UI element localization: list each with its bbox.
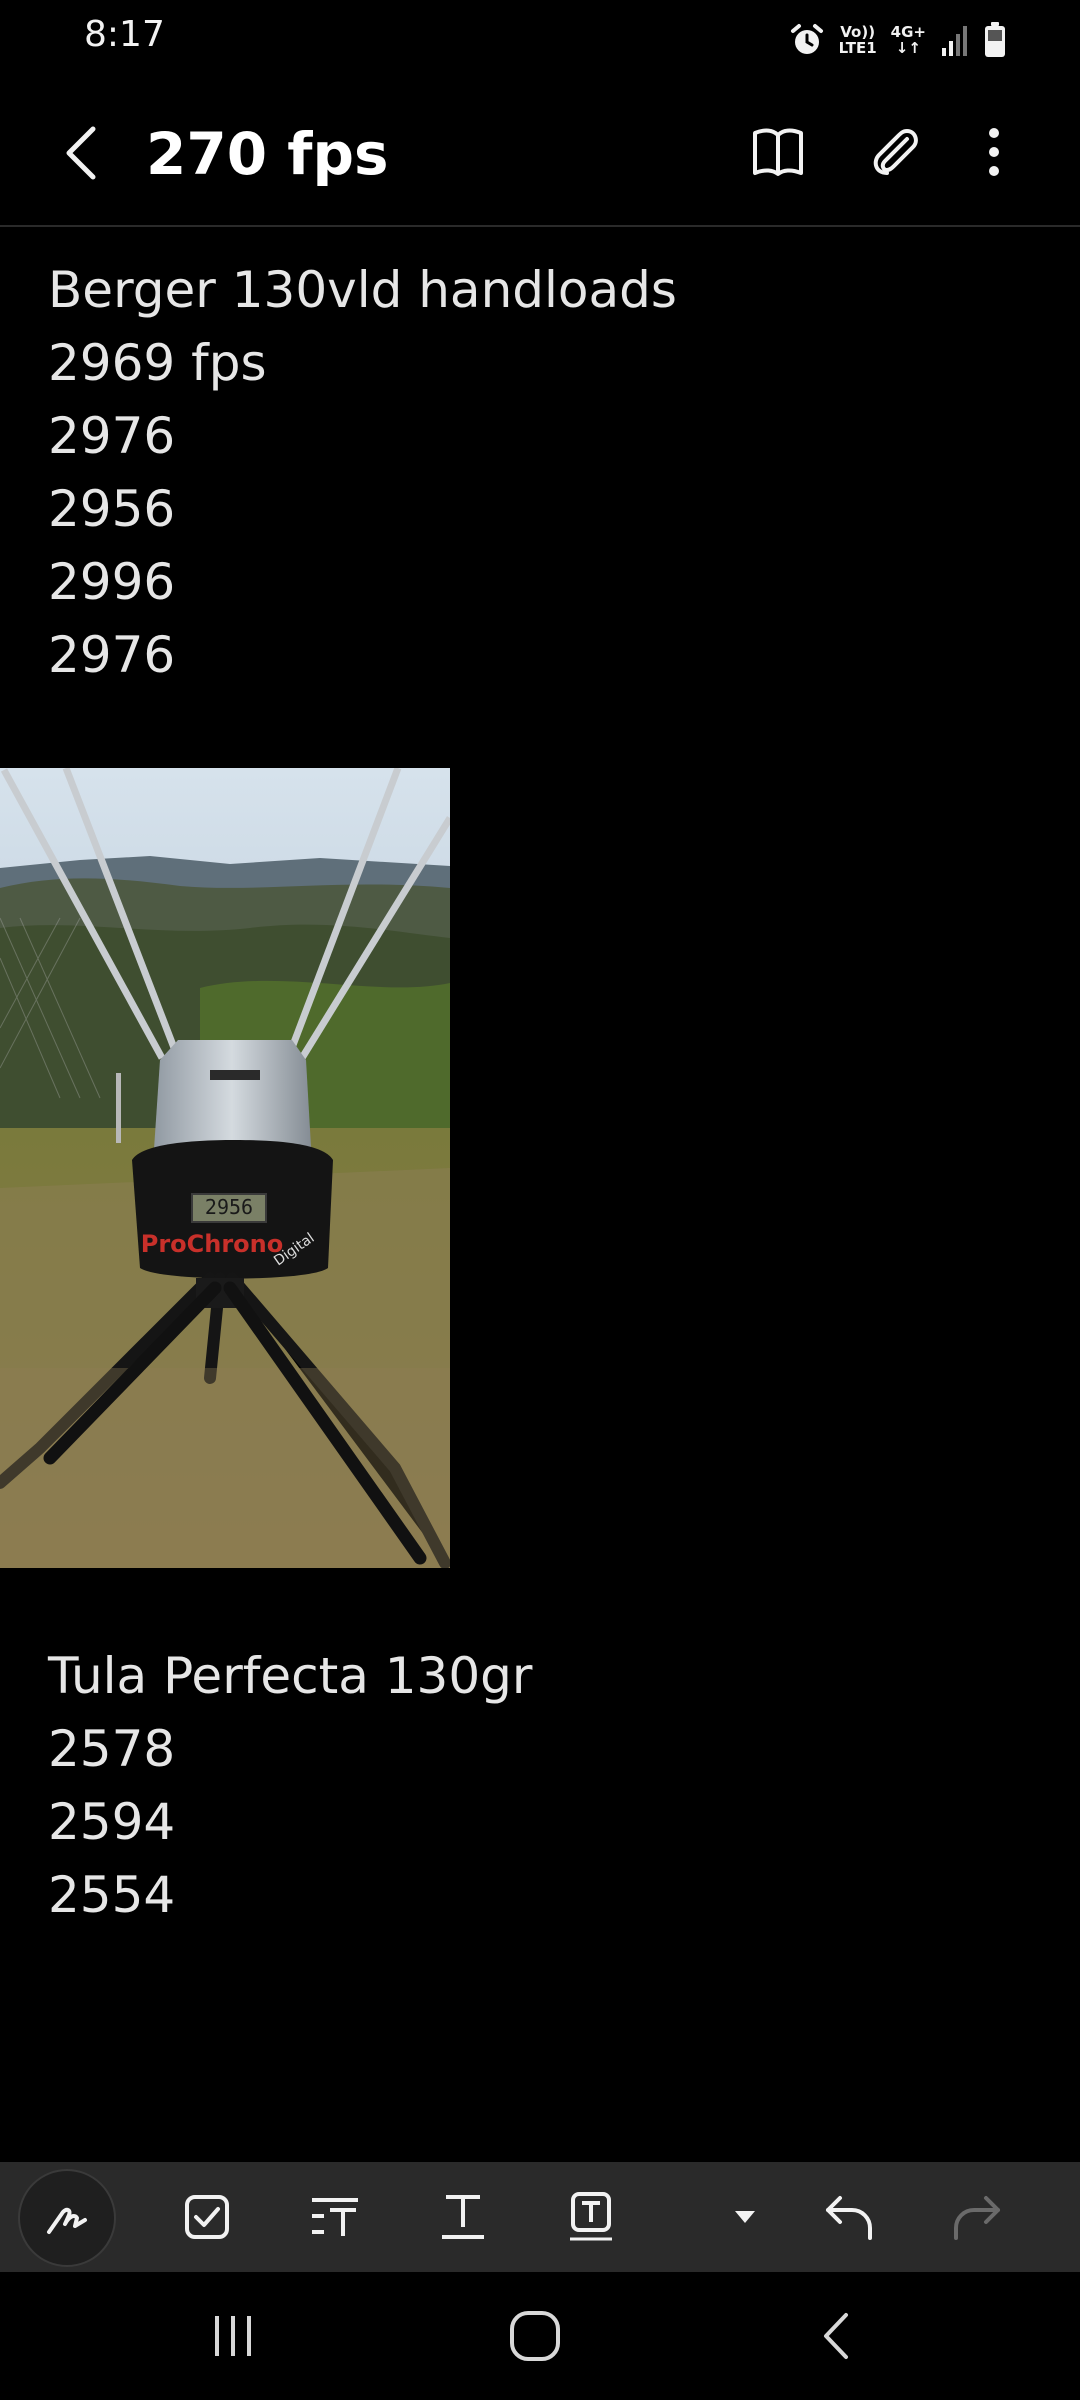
home-icon	[510, 2311, 560, 2361]
text-box-button[interactable]	[546, 2162, 636, 2272]
undo-icon	[826, 2196, 872, 2240]
text-style-button[interactable]	[290, 2162, 380, 2272]
redo-button[interactable]	[932, 2162, 1022, 2272]
text-line: Berger 130vld handloads	[48, 261, 677, 319]
dropdown-arrow-icon	[735, 2211, 755, 2223]
text-line: 2578	[48, 1720, 176, 1778]
more-options-icon	[989, 128, 999, 176]
undo-button[interactable]	[804, 2162, 894, 2272]
handwriting-pen-icon	[47, 2207, 87, 2234]
text-line: 2976	[48, 626, 176, 684]
chronograph-brand: ProChrono	[141, 1230, 284, 1258]
status-icons: Vo)) LTE1 4G+ ↓↑	[789, 18, 1006, 62]
note-title[interactable]: 270 fps	[146, 116, 389, 192]
note-text-section-2[interactable]: Tula Perfecta 130gr 2578 2594 2554	[48, 1640, 532, 1932]
chronograph-photo[interactable]: 2956 ProChrono Digital	[0, 768, 450, 1568]
text-line: 2594	[48, 1793, 176, 1851]
data-type-indicator: 4G+ ↓↑	[890, 23, 926, 57]
text-format-button[interactable]	[418, 2162, 508, 2272]
text-style-icon	[312, 2198, 358, 2236]
note-header: 270 fps	[0, 80, 1080, 225]
text-line: 2956	[48, 480, 176, 538]
back-icon	[66, 126, 96, 180]
checkbox-button[interactable]	[162, 2162, 252, 2272]
checkbox-icon	[185, 2195, 229, 2239]
toolbar-dropdown-button[interactable]	[700, 2162, 790, 2272]
editor-toolbar	[0, 2162, 1080, 2272]
alarm-icon	[789, 22, 825, 58]
signal-icon	[940, 24, 970, 56]
home-button[interactable]	[480, 2296, 590, 2376]
reading-mode-icon	[753, 128, 803, 176]
redo-icon	[954, 2196, 1000, 2240]
system-nav-bar	[0, 2272, 1080, 2400]
back-button[interactable]	[56, 118, 106, 188]
status-time: 8:17	[84, 14, 165, 55]
battery-icon	[984, 22, 1006, 58]
nav-back-icon	[824, 2313, 848, 2359]
more-options-button[interactable]	[962, 120, 1026, 184]
note-text-section-1[interactable]: Berger 130vld handloads 2969 fps 2976 29…	[48, 254, 677, 692]
attach-button[interactable]	[862, 120, 926, 184]
handwriting-button[interactable]	[18, 2169, 116, 2267]
status-bar: 8:17 Vo)) LTE1 4G+ ↓↑	[0, 0, 1080, 80]
text-line: 2969 fps	[48, 334, 267, 392]
text-line: Tula Perfecta 130gr	[48, 1647, 533, 1705]
text-box-icon	[570, 2192, 612, 2241]
attach-icon	[873, 128, 918, 175]
text-format-icon	[442, 2195, 484, 2239]
recent-apps-button[interactable]	[178, 2296, 288, 2376]
text-line: 2996	[48, 553, 176, 611]
system-back-button[interactable]	[780, 2296, 890, 2376]
chronograph-display-reading: 2956	[205, 1195, 253, 1219]
text-line: 2554	[48, 1866, 176, 1924]
text-line: 2976	[48, 407, 176, 465]
reading-mode-button[interactable]	[746, 120, 810, 184]
volte-indicator: Vo)) LTE1	[838, 23, 877, 57]
recent-apps-icon	[215, 2316, 251, 2356]
header-divider	[0, 225, 1080, 227]
